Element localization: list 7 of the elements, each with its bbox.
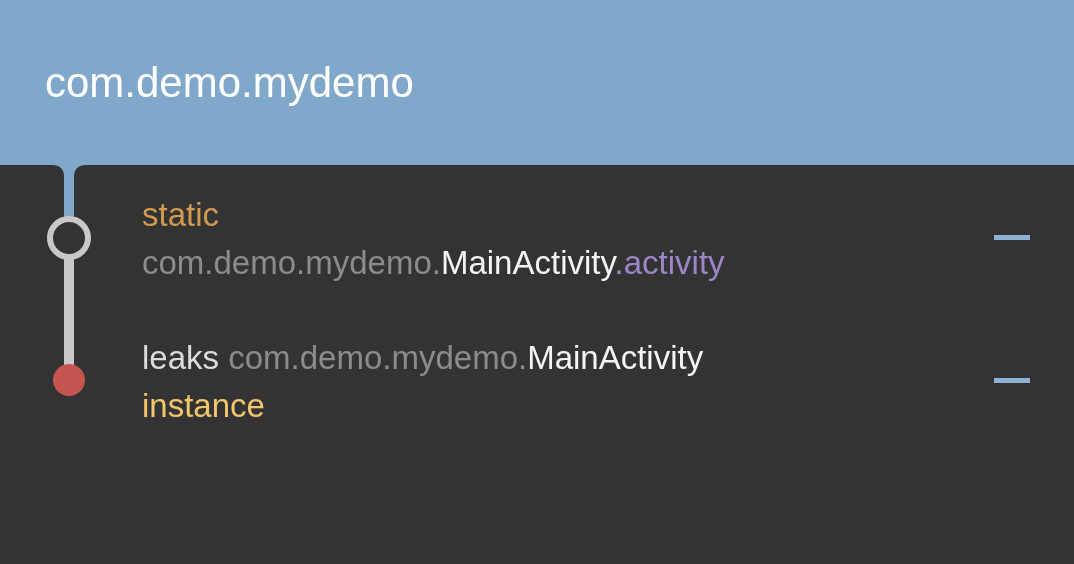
reference-text: instance [142, 386, 266, 426]
reference-text: leaks com.demo.mydemo.MainActivity [142, 338, 704, 378]
reference-text: static [142, 195, 221, 235]
app-title: com.demo.mydemo [45, 58, 414, 107]
collapse-icon[interactable] [994, 378, 1030, 384]
collapse-icon[interactable] [994, 235, 1030, 241]
reference-text: com.demo.mydemo.MainActivity.activity [142, 243, 725, 283]
